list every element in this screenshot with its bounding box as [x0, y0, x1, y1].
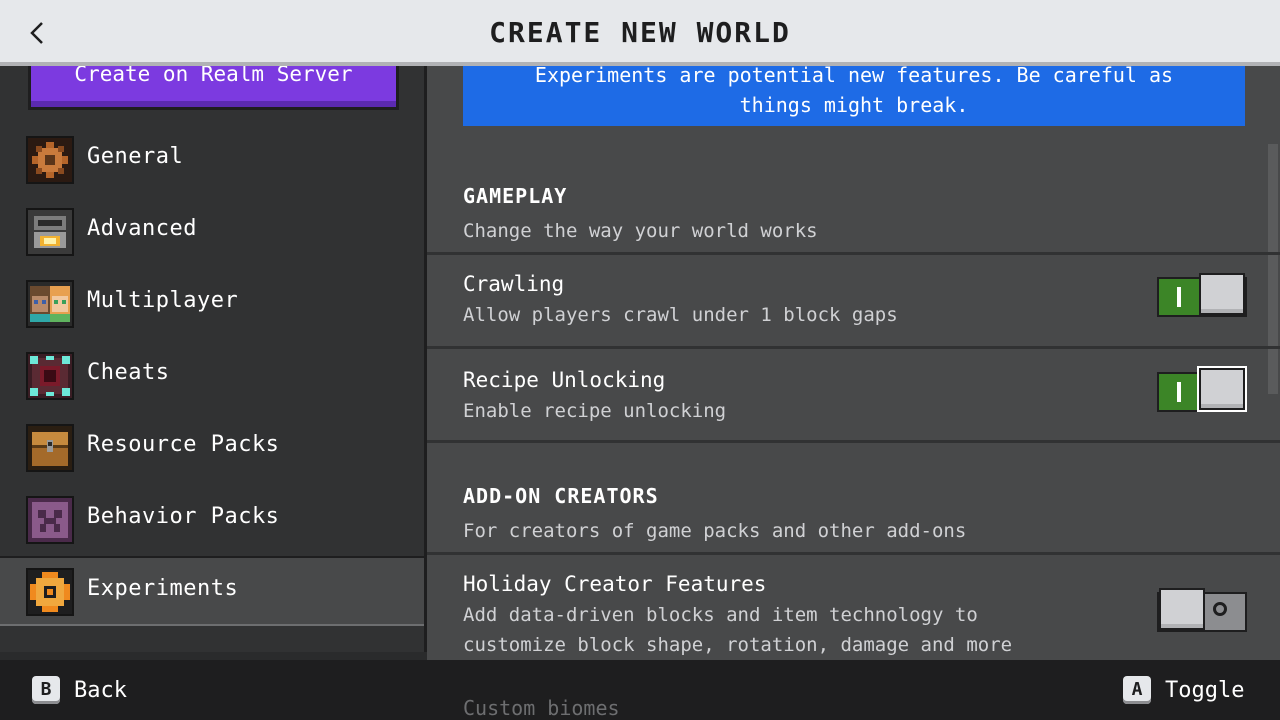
sidebar-item-multiplayer[interactable]: Multiplayer	[0, 268, 424, 338]
toggle-hint-label: Toggle	[1165, 677, 1245, 703]
creeper-icon	[26, 496, 74, 544]
page-title: CREATE NEW WORLD	[489, 16, 791, 49]
b-button-icon: B	[32, 676, 60, 704]
sidebar-item-behavior-packs[interactable]: Behavior Packs	[0, 484, 424, 554]
section-title-gameplay: GAMEPLAY	[463, 184, 568, 208]
info-banner: Experiments are potential new features. …	[463, 66, 1245, 126]
section-description: For creators of game packs and other add…	[463, 520, 967, 542]
section-description: Change the way your world works	[463, 220, 818, 242]
experiments-panel: Experiments are potential new features. …	[427, 66, 1280, 660]
section-title-add-on-creators: ADD-ON CREATORS	[463, 484, 659, 508]
sidebar-item-advanced[interactable]: Advanced	[0, 196, 424, 266]
gear-icon	[26, 136, 74, 184]
a-button-icon: A	[1123, 676, 1151, 704]
toggle-knob	[1197, 366, 1247, 412]
sidebar-item-general[interactable]: General	[0, 124, 424, 194]
sidebar-item-label: Experiments	[87, 576, 239, 601]
experiment-title-recipe-unlocking: Recipe Unlocking	[463, 368, 666, 392]
toggle-off-mark-icon	[1213, 602, 1227, 616]
experiment-description: Allow players crawl under 1 block gaps	[463, 304, 898, 326]
banner-text-line-2: things might break.	[739, 93, 969, 117]
scrollbar-thumb[interactable]	[1268, 144, 1278, 394]
experiments-icon	[26, 568, 74, 616]
sidebar-item-label: Multiplayer	[87, 288, 239, 313]
create-on-realm-button[interactable]: Create on Realm Server	[28, 66, 399, 110]
divider	[427, 346, 1280, 349]
sidebar-item-label: Behavior Packs	[87, 504, 280, 529]
crawling-toggle[interactable]	[1157, 273, 1247, 317]
divider	[427, 552, 1280, 555]
header-bar: CREATE NEW WORLD	[0, 0, 1280, 66]
experiment-description: Enable recipe unlocking	[463, 400, 727, 422]
sidebar-item-resource-packs[interactable]: Resource Packs	[0, 412, 424, 482]
recipe-unlocking-toggle[interactable]	[1157, 366, 1247, 412]
toggle-knob	[1159, 588, 1205, 630]
back-hint-button[interactable]: B Back	[32, 676, 127, 704]
experiment-description-line-2: customize block shape, rotation, damage …	[463, 634, 1013, 656]
experiment-title-crawling: Crawling	[463, 272, 565, 296]
sidebar-item-experiments[interactable]: Experiments	[0, 556, 424, 626]
sidebar-divider	[0, 652, 427, 660]
sidebar-item-label: Resource Packs	[87, 432, 280, 457]
controller-hint-bar: B Back A Toggle	[0, 660, 1280, 720]
sidebar: Create on Realm Server General Advanced …	[0, 66, 427, 660]
sidebar-item-label: Cheats	[87, 360, 170, 385]
experiment-title-holiday-creator-features: Holiday Creator Features	[463, 572, 767, 596]
divider	[427, 440, 1280, 443]
furnace-icon	[26, 208, 74, 256]
players-icon	[26, 280, 74, 328]
holiday-creator-features-toggle[interactable]	[1157, 588, 1247, 632]
command-block-icon	[26, 352, 74, 400]
back-hint-label: Back	[74, 677, 127, 703]
toggle-knob	[1199, 273, 1245, 315]
chest-icon	[26, 424, 74, 472]
toggle-on-mark-icon	[1177, 287, 1181, 307]
sidebar-item-label: Advanced	[87, 216, 197, 241]
experiment-description-line-1: Add data-driven blocks and item technolo…	[463, 604, 978, 626]
toggle-on-mark-icon	[1177, 382, 1181, 402]
divider	[427, 252, 1280, 255]
experiment-title-custom-biomes: Custom biomes	[463, 696, 620, 720]
toggle-hint-button[interactable]: A Toggle	[1123, 676, 1244, 704]
sidebar-item-cheats[interactable]: Cheats	[0, 340, 424, 410]
banner-text-line-1: Experiments are potential new features. …	[534, 66, 1174, 87]
sidebar-item-label: General	[87, 144, 184, 169]
